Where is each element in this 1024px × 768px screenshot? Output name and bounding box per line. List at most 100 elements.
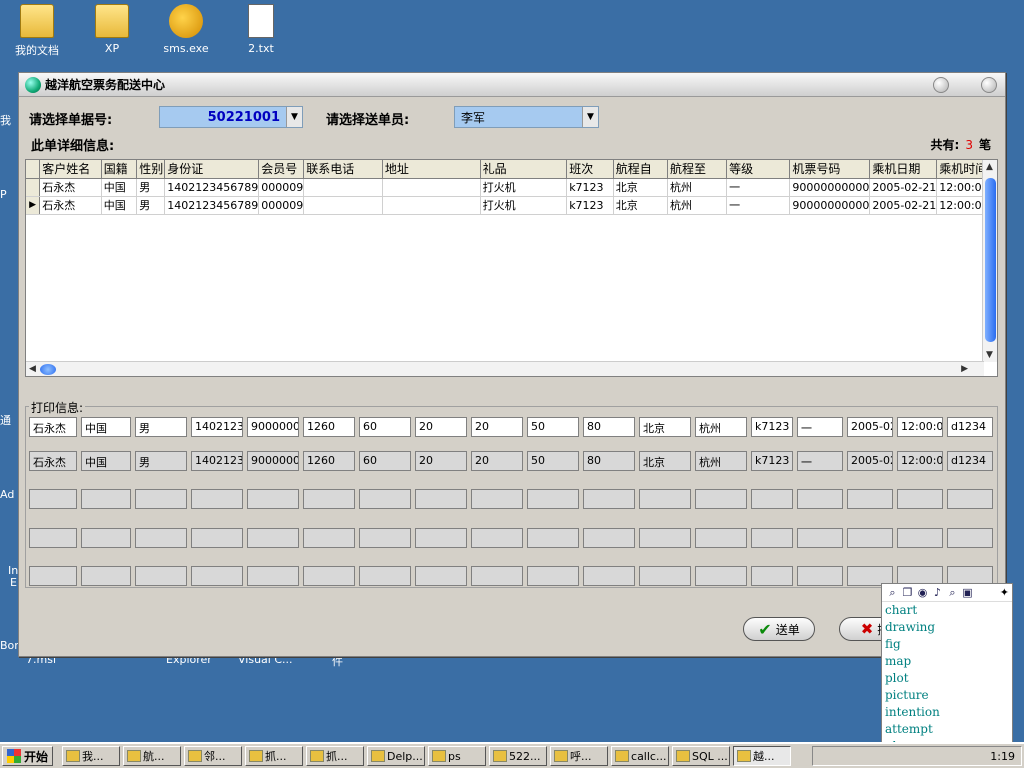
print-cell[interactable]: 中国 <box>81 417 131 437</box>
scroll-left-icon[interactable]: ◀ <box>29 364 36 374</box>
print-cell[interactable] <box>695 489 747 509</box>
panel-item[interactable]: fig <box>882 636 1012 653</box>
print-cell[interactable] <box>527 528 579 548</box>
print-cell[interactable] <box>797 528 843 548</box>
print-cell[interactable]: d1234 <box>947 451 993 471</box>
column-header[interactable]: 机票号码 <box>789 160 871 179</box>
horizontal-scroll-thumb[interactable] <box>40 364 56 375</box>
print-cell[interactable] <box>359 528 411 548</box>
print-cell[interactable]: 男 <box>135 451 187 471</box>
scroll-right-icon[interactable]: ▶ <box>961 364 968 374</box>
print-cell[interactable] <box>303 528 355 548</box>
taskbar-button[interactable]: 呼... <box>550 746 609 766</box>
title-bar[interactable]: 越洋航空票务配送中心 <box>19 73 1005 97</box>
print-cell[interactable] <box>303 566 355 586</box>
column-header[interactable]: 航程至 <box>667 160 728 179</box>
vertical-scroll-thumb[interactable] <box>985 178 996 342</box>
taskbar-button[interactable]: 522... <box>489 746 548 766</box>
print-cell[interactable]: 14021234 <box>191 417 243 437</box>
print-cell[interactable] <box>527 566 579 586</box>
column-header[interactable]: 航程自 <box>613 160 669 179</box>
print-cell[interactable]: d1234 <box>947 417 993 437</box>
column-header[interactable]: 礼品 <box>480 160 568 179</box>
magnifier-icon[interactable]: ⌕ <box>886 586 899 599</box>
taskbar-button[interactable]: 越... <box>733 746 792 766</box>
print-cell[interactable] <box>897 528 943 548</box>
print-cell[interactable] <box>695 566 747 586</box>
print-cell[interactable] <box>29 489 77 509</box>
horizontal-scrollbar[interactable]: ◀ ▶ <box>26 361 984 376</box>
print-cell[interactable]: 80 <box>583 451 635 471</box>
taskbar-button[interactable]: callc... <box>611 746 670 766</box>
print-cell[interactable] <box>847 489 893 509</box>
print-cell[interactable]: 2005-02- <box>847 417 893 437</box>
print-cell[interactable]: 90000000 <box>247 451 299 471</box>
print-cell[interactable]: 80 <box>583 417 635 437</box>
close-button[interactable] <box>981 77 997 93</box>
current-row-arrow-icon[interactable]: ▶ <box>26 196 41 215</box>
taskbar-button[interactable]: 抓... <box>306 746 365 766</box>
column-header[interactable]: 性别 <box>136 160 166 179</box>
print-cell[interactable] <box>247 528 299 548</box>
image-icon[interactable]: ▣ <box>961 586 974 599</box>
row-indicator[interactable] <box>26 178 41 197</box>
column-header[interactable]: 联系电话 <box>303 160 383 179</box>
print-cell[interactable] <box>415 528 467 548</box>
print-cell[interactable]: 12:00:00 <box>897 417 943 437</box>
chevron-down-icon[interactable]: ▼ <box>582 107 598 127</box>
print-cell[interactable]: 2005-02- <box>847 451 893 471</box>
print-cell[interactable] <box>897 489 943 509</box>
print-cell[interactable] <box>303 489 355 509</box>
print-cell[interactable] <box>471 489 523 509</box>
print-cell[interactable]: 20 <box>415 417 467 437</box>
print-cell[interactable] <box>797 489 843 509</box>
print-cell[interactable] <box>947 528 993 548</box>
table-row[interactable]: 石永杰 中国男 1402123456789 000009 打火机 k7123 北京 杭州一 90… <box>26 178 997 197</box>
chevron-down-icon[interactable]: ▼ <box>286 107 302 127</box>
print-cell[interactable]: 14021234 <box>191 451 243 471</box>
print-cell[interactable]: 石永杰 <box>29 417 77 437</box>
print-cell[interactable]: 北京 <box>639 417 691 437</box>
vertical-scrollbar[interactable]: ▲ ▼ <box>982 160 997 362</box>
print-cell[interactable]: 石永杰 <box>29 451 77 471</box>
print-cell[interactable] <box>583 528 635 548</box>
print-cell[interactable]: 男 <box>135 417 187 437</box>
panel-item[interactable]: drawing <box>882 619 1012 636</box>
taskbar-button[interactable]: 我... <box>62 746 121 766</box>
send-button[interactable]: ✔ 送单 <box>743 617 815 641</box>
print-cell[interactable]: 50 <box>527 451 579 471</box>
print-cell[interactable] <box>639 566 691 586</box>
print-cell[interactable]: k7123 <box>751 417 793 437</box>
print-cell[interactable] <box>29 566 77 586</box>
start-button[interactable]: 开始 <box>2 746 54 766</box>
print-cell[interactable] <box>29 528 77 548</box>
print-cell[interactable] <box>191 528 243 548</box>
print-cell[interactable]: 1260 <box>303 451 355 471</box>
print-cell[interactable] <box>751 489 793 509</box>
panel-item[interactable]: picture <box>882 687 1012 704</box>
print-cell[interactable]: 90000000 <box>247 417 299 437</box>
column-header[interactable]: 班次 <box>566 160 614 179</box>
scroll-up-icon[interactable]: ▲ <box>986 162 993 172</box>
print-cell[interactable] <box>247 566 299 586</box>
print-cell[interactable]: 1260 <box>303 417 355 437</box>
print-cell[interactable] <box>695 528 747 548</box>
panel-item[interactable]: plot <box>882 670 1012 687</box>
column-header[interactable]: 身份证 <box>164 160 260 179</box>
order-select[interactable]: 50221001 ▼ <box>159 106 303 128</box>
column-header[interactable]: 客户姓名 <box>39 160 102 179</box>
desktop-icon-txt[interactable]: 2.txt <box>221 4 301 55</box>
print-cell[interactable] <box>359 566 411 586</box>
print-cell[interactable] <box>415 489 467 509</box>
print-cell[interactable] <box>135 528 187 548</box>
column-header[interactable]: 会员号 <box>258 160 305 179</box>
globe-icon[interactable]: ◉ <box>916 586 929 599</box>
taskbar-button[interactable]: ps <box>428 746 487 766</box>
desktop-icon-documents[interactable]: 我的文档 <box>0 4 77 58</box>
taskbar-button[interactable]: 抓... <box>245 746 304 766</box>
print-cell[interactable]: 杭州 <box>695 417 747 437</box>
detail-grid[interactable]: 客户姓名 国籍 性别 身份证 会员号 联系电话 地址 礼品 班次 航程自 航程至… <box>25 159 998 377</box>
print-cell[interactable] <box>191 566 243 586</box>
print-cell[interactable] <box>135 489 187 509</box>
minimize-button[interactable] <box>933 77 949 93</box>
